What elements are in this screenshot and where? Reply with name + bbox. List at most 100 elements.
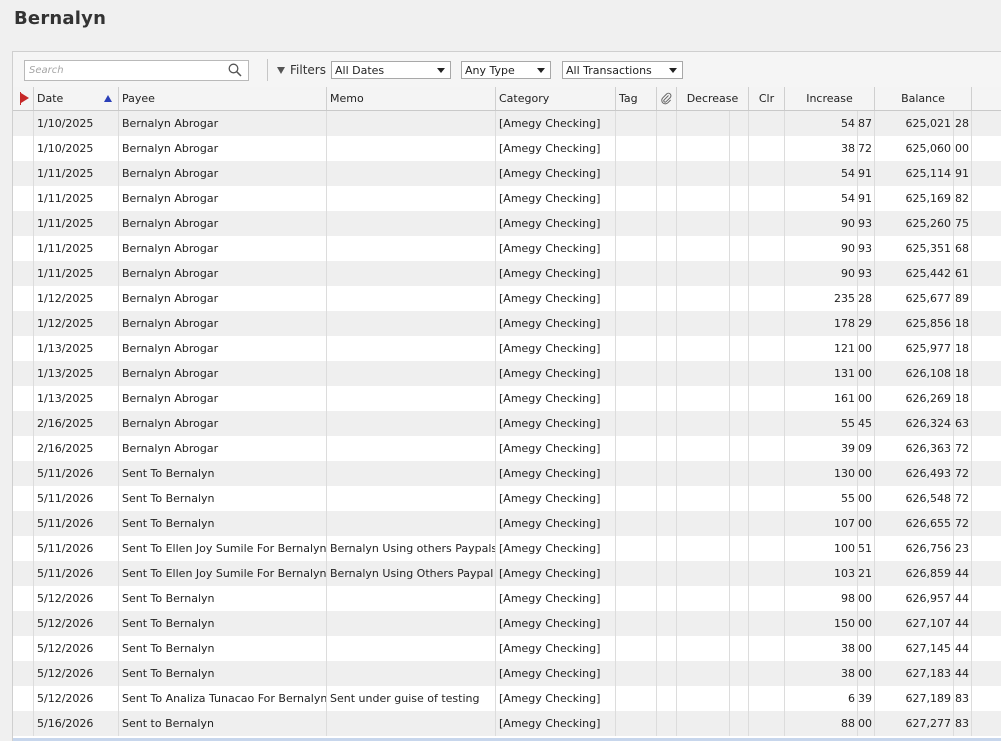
date-cell[interactable]: 5/12/2026 (34, 611, 119, 636)
decrease-dollars-cell[interactable] (677, 686, 730, 711)
column-header-tag[interactable]: Tag (616, 87, 657, 110)
memo-cell[interactable] (327, 586, 496, 611)
balance-dollars-cell[interactable]: 626,363 (875, 436, 954, 461)
category-cell[interactable]: [Amegy Checking] (496, 561, 616, 586)
payee-cell[interactable]: Sent To Bernalyn (119, 661, 327, 686)
payee-cell[interactable]: Bernalyn Abrogar (119, 386, 327, 411)
category-cell[interactable]: [Amegy Checking] (496, 461, 616, 486)
tag-cell[interactable] (616, 636, 657, 661)
table-row[interactable]: 1/11/2025 Bernalyn Abrogar [Amegy Checking… (13, 261, 1001, 286)
attachment-cell[interactable] (657, 411, 677, 436)
decrease-cents-cell[interactable] (730, 436, 749, 461)
tag-cell[interactable] (616, 161, 657, 186)
balance-dollars-cell[interactable]: 626,493 (875, 461, 954, 486)
decrease-dollars-cell[interactable] (677, 536, 730, 561)
category-cell[interactable]: [Amegy Checking] (496, 286, 616, 311)
date-cell[interactable]: 5/12/2026 (34, 661, 119, 686)
tag-cell[interactable] (616, 311, 657, 336)
flag-cell[interactable] (13, 686, 34, 711)
clr-cell[interactable] (749, 486, 785, 511)
payee-cell[interactable]: Bernalyn Abrogar (119, 286, 327, 311)
table-row[interactable]: 2/16/2025 Bernalyn Abrogar [Amegy Checking… (13, 411, 1001, 436)
balance-dollars-cell[interactable]: 627,183 (875, 661, 954, 686)
memo-cell[interactable] (327, 661, 496, 686)
column-header-date[interactable]: Date (34, 87, 119, 110)
dates-dropdown[interactable]: All Dates (331, 61, 451, 79)
attachment-cell[interactable] (657, 161, 677, 186)
decrease-dollars-cell[interactable] (677, 211, 730, 236)
memo-cell[interactable] (327, 111, 496, 136)
clr-cell[interactable] (749, 211, 785, 236)
payee-cell[interactable]: Sent To Ellen Joy Sumile For Bernalyn (119, 561, 327, 586)
balance-dollars-cell[interactable]: 625,060 (875, 136, 954, 161)
category-cell[interactable]: [Amegy Checking] (496, 261, 616, 286)
memo-cell[interactable] (327, 611, 496, 636)
memo-cell[interactable] (327, 311, 496, 336)
decrease-cents-cell[interactable] (730, 536, 749, 561)
transactions-dropdown[interactable]: All Transactions (562, 61, 683, 79)
payee-cell[interactable]: Sent To Bernalyn (119, 511, 327, 536)
attachment-cell[interactable] (657, 136, 677, 161)
decrease-cents-cell[interactable] (730, 111, 749, 136)
payee-cell[interactable]: Bernalyn Abrogar (119, 186, 327, 211)
flag-cell[interactable] (13, 511, 34, 536)
clr-cell[interactable] (749, 411, 785, 436)
tag-cell[interactable] (616, 536, 657, 561)
balance-cents-cell[interactable]: 61 (954, 261, 972, 286)
date-cell[interactable]: 2/16/2025 (34, 436, 119, 461)
tag-cell[interactable] (616, 211, 657, 236)
tag-cell[interactable] (616, 111, 657, 136)
payee-cell[interactable]: Sent To Bernalyn (119, 611, 327, 636)
table-row[interactable]: 5/11/2026 Sent To Ellen Joy Sumile For Be… (13, 561, 1001, 586)
category-cell[interactable]: [Amegy Checking] (496, 111, 616, 136)
decrease-dollars-cell[interactable] (677, 636, 730, 661)
attachment-cell[interactable] (657, 461, 677, 486)
date-cell[interactable]: 1/11/2025 (34, 186, 119, 211)
increase-dollars-cell[interactable]: 90 (785, 211, 858, 236)
memo-cell[interactable] (327, 236, 496, 261)
increase-cents-cell[interactable]: 91 (858, 186, 875, 211)
column-header-memo[interactable]: Memo (327, 87, 496, 110)
memo-cell[interactable] (327, 511, 496, 536)
decrease-cents-cell[interactable] (730, 686, 749, 711)
tag-cell[interactable] (616, 461, 657, 486)
balance-dollars-cell[interactable]: 626,756 (875, 536, 954, 561)
increase-cents-cell[interactable]: 00 (858, 586, 875, 611)
increase-cents-cell[interactable]: 51 (858, 536, 875, 561)
balance-dollars-cell[interactable]: 626,957 (875, 586, 954, 611)
tag-cell[interactable] (616, 336, 657, 361)
payee-cell[interactable]: Sent To Bernalyn (119, 586, 327, 611)
decrease-dollars-cell[interactable] (677, 111, 730, 136)
memo-cell[interactable] (327, 136, 496, 161)
flag-cell[interactable] (13, 461, 34, 486)
memo-cell[interactable]: Bernalyn Using others Paypals (327, 536, 496, 561)
increase-dollars-cell[interactable]: 90 (785, 236, 858, 261)
balance-cents-cell[interactable]: 63 (954, 411, 972, 436)
payee-cell[interactable]: Bernalyn Abrogar (119, 161, 327, 186)
balance-cents-cell[interactable]: 75 (954, 211, 972, 236)
attachment-cell[interactable] (657, 586, 677, 611)
balance-cents-cell[interactable]: 72 (954, 461, 972, 486)
tag-cell[interactable] (616, 411, 657, 436)
search-box[interactable] (24, 60, 249, 81)
flag-cell[interactable] (13, 286, 34, 311)
balance-dollars-cell[interactable]: 626,269 (875, 386, 954, 411)
balance-dollars-cell[interactable]: 627,189 (875, 686, 954, 711)
table-row[interactable]: 1/13/2025 Bernalyn Abrogar [Amegy Checking… (13, 361, 1001, 386)
clr-cell[interactable] (749, 586, 785, 611)
memo-cell[interactable] (327, 411, 496, 436)
balance-cents-cell[interactable]: 44 (954, 611, 972, 636)
clr-cell[interactable] (749, 561, 785, 586)
attachment-cell[interactable] (657, 311, 677, 336)
increase-dollars-cell[interactable]: 90 (785, 261, 858, 286)
clr-cell[interactable] (749, 436, 785, 461)
payee-cell[interactable]: Bernalyn Abrogar (119, 111, 327, 136)
flag-cell[interactable] (13, 561, 34, 586)
date-cell[interactable]: 5/11/2026 (34, 461, 119, 486)
table-row[interactable]: 1/11/2025 Bernalyn Abrogar [Amegy Checking… (13, 161, 1001, 186)
search-icon[interactable] (228, 63, 242, 77)
table-row[interactable]: 5/12/2026 Sent To Analiza Tunacao For Ber… (13, 686, 1001, 711)
decrease-cents-cell[interactable] (730, 261, 749, 286)
tag-cell[interactable] (616, 286, 657, 311)
tag-cell[interactable] (616, 261, 657, 286)
